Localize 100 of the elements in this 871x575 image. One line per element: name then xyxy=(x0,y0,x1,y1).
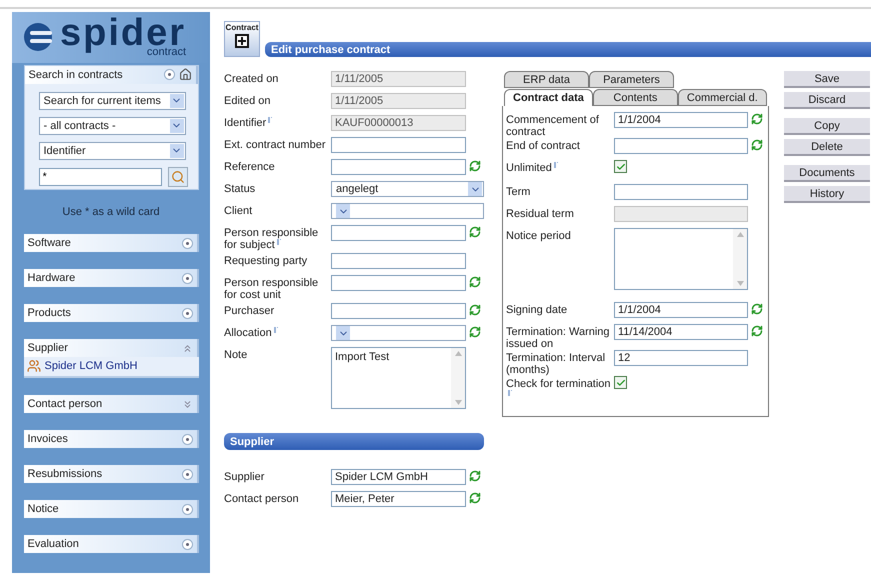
tab[interactable]: Contents xyxy=(592,89,678,106)
search-button[interactable] xyxy=(168,166,188,187)
field-label: Commencement of contract xyxy=(506,113,600,138)
input-field[interactable] xyxy=(614,184,748,200)
refresh-icon[interactable] xyxy=(751,303,763,315)
panel-header[interactable]: Hardware xyxy=(24,269,198,287)
input-field[interactable]: 1/1/2004 xyxy=(614,302,748,318)
tab[interactable]: ERP data xyxy=(504,71,589,88)
input-field[interactable]: 12 xyxy=(614,350,748,366)
expand-icon[interactable] xyxy=(182,398,192,410)
tab[interactable]: Commercial d. xyxy=(678,89,767,106)
section-bar: Supplier xyxy=(224,433,484,450)
input-field[interactable]: Spider LCM GmbH xyxy=(331,469,466,485)
field-label: Person responsible for subject xyxy=(224,226,320,251)
radio-dot-icon[interactable] xyxy=(182,308,192,318)
chevron-down-icon xyxy=(170,144,184,158)
refresh-icon[interactable] xyxy=(751,113,763,125)
refresh-icon[interactable] xyxy=(469,276,481,288)
radio-dot-icon[interactable] xyxy=(182,238,192,248)
plus-box-icon xyxy=(235,34,249,48)
action-button[interactable]: History xyxy=(784,186,870,203)
action-button[interactable]: Discard xyxy=(784,92,870,109)
chevron-down-icon xyxy=(170,94,184,108)
tab[interactable]: Parameters xyxy=(589,71,674,88)
checkbox[interactable] xyxy=(614,160,627,173)
dropdown[interactable]: Search for current items xyxy=(38,92,186,110)
panel-header[interactable]: Supplier xyxy=(24,339,198,357)
field-label: Ext. contract number xyxy=(224,138,326,151)
radio-dot-icon[interactable] xyxy=(164,69,174,80)
radio-dot-icon[interactable] xyxy=(182,538,192,550)
refresh-icon[interactable] xyxy=(469,160,481,172)
panel-header[interactable]: Software xyxy=(24,234,198,252)
text-area[interactable] xyxy=(614,228,748,290)
action-button[interactable]: Copy xyxy=(784,118,870,135)
panel-header[interactable]: Invoices xyxy=(24,430,198,448)
action-button[interactable]: Delete xyxy=(784,139,870,156)
radio-dot-icon[interactable] xyxy=(182,504,192,514)
field-label: Purchaser xyxy=(224,304,276,317)
input-field[interactable] xyxy=(331,159,466,175)
input-field[interactable] xyxy=(331,275,466,291)
input-field[interactable]: 11/14/2004 xyxy=(614,324,748,340)
refresh-icon[interactable] xyxy=(469,304,481,316)
readonly-field[interactable]: KAUF00000013 xyxy=(331,115,466,131)
panel-header[interactable]: Notice xyxy=(24,500,198,518)
field-label: Signing date xyxy=(506,303,568,316)
home-icon[interactable] xyxy=(178,68,192,82)
field-label: Check for termination xyxy=(506,376,614,402)
field-label: Edited on xyxy=(224,94,272,107)
dropdown[interactable]: angelegt xyxy=(331,181,484,197)
dropdown[interactable]: - all contracts - xyxy=(38,116,186,135)
input-field[interactable] xyxy=(331,137,466,153)
search-field[interactable]: * xyxy=(38,168,162,186)
contract-icon[interactable]: Contract xyxy=(224,21,260,57)
readonly-field[interactable]: 1/11/2005 xyxy=(331,93,466,109)
text-area[interactable]: Import Test xyxy=(331,347,466,409)
refresh-icon[interactable] xyxy=(469,492,481,504)
chevron-down-icon xyxy=(170,118,184,133)
field-label: Supplier xyxy=(224,470,266,483)
dropdown[interactable]: Identifier xyxy=(38,142,186,160)
input-field[interactable] xyxy=(331,225,466,241)
radio-dot-icon[interactable] xyxy=(182,434,192,444)
supplier-link[interactable]: Spider LCM GmbH xyxy=(24,357,198,376)
dropdown[interactable] xyxy=(331,203,484,219)
panel-header[interactable]: Evaluation xyxy=(24,535,198,553)
chevron-down-icon xyxy=(468,182,482,196)
dropdown[interactable] xyxy=(331,325,466,341)
input-field[interactable]: 1/1/2004 xyxy=(614,112,748,128)
readonly-field[interactable] xyxy=(614,206,748,222)
field-label: Identifier xyxy=(224,115,331,129)
field-label: Reference xyxy=(224,160,276,173)
refresh-icon[interactable] xyxy=(751,325,763,337)
radio-dot-icon[interactable] xyxy=(182,272,192,284)
refresh-icon[interactable] xyxy=(469,326,481,338)
input-field[interactable] xyxy=(331,253,466,269)
readonly-field[interactable]: 1/11/2005 xyxy=(331,71,466,87)
field-label: End of contract xyxy=(506,139,581,152)
action-button[interactable]: Save xyxy=(784,71,870,88)
field-label: Note xyxy=(224,348,248,361)
field-label: Requesting party xyxy=(224,254,308,267)
radio-dot-icon[interactable] xyxy=(182,468,192,480)
search-icon xyxy=(170,170,184,184)
field-label: Unlimited xyxy=(506,160,614,174)
panel-header[interactable]: Resubmissions xyxy=(24,465,198,483)
refresh-icon[interactable] xyxy=(751,139,763,151)
title-bar: Edit purchase contract xyxy=(265,42,871,57)
refresh-icon[interactable] xyxy=(469,226,481,238)
refresh-icon[interactable] xyxy=(469,470,481,482)
field-label: Person responsible for cost unit xyxy=(224,276,320,301)
tab[interactable]: Contract data xyxy=(504,89,593,106)
action-button[interactable]: Documents xyxy=(784,165,870,182)
field-label: Termination: Interval (months) xyxy=(506,351,606,376)
checkbox[interactable] xyxy=(614,376,627,389)
panel-header[interactable]: Contact person xyxy=(24,395,198,413)
input-field[interactable] xyxy=(614,138,748,154)
input-field[interactable]: Meier, Peter xyxy=(331,491,466,507)
panel-header[interactable]: Products xyxy=(24,304,198,322)
hint-text: Use * as a wild card xyxy=(62,206,160,218)
input-field[interactable] xyxy=(331,303,466,319)
field-label: Term xyxy=(506,185,532,198)
collapse-icon[interactable] xyxy=(182,342,192,354)
